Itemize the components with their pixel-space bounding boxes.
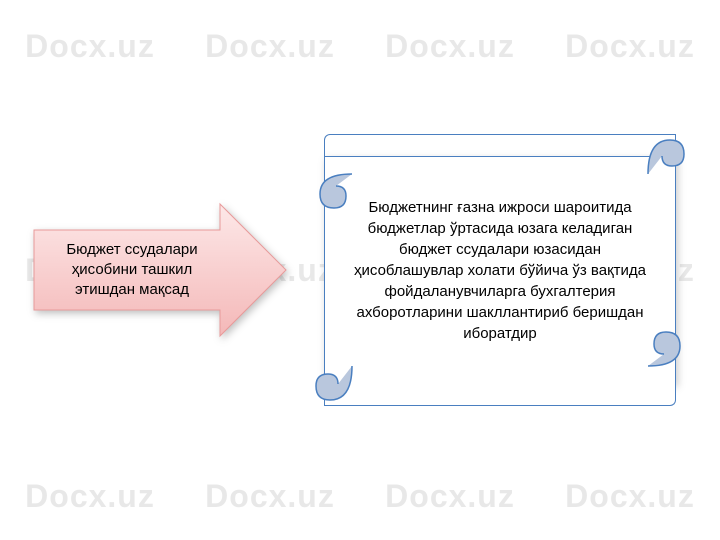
scroll-body: Бюджетнинг ғазна ижроси шароитида бюджет… xyxy=(324,156,676,384)
scroll-curl-icon xyxy=(642,134,686,178)
scroll-curl-icon xyxy=(642,326,686,370)
arrow-label: Бюджет ссудалари ҳисобини ташкил этишдан… xyxy=(30,240,220,301)
diagram-content: Бюджет ссудалари ҳисобини ташкил этишдан… xyxy=(0,0,720,540)
scroll-text: Бюджетнинг ғазна ижроси шароитида бюджет… xyxy=(347,197,653,344)
scroll-curl-icon xyxy=(314,362,358,406)
arrow-callout: Бюджет ссудалари ҳисобини ташкил этишдан… xyxy=(30,200,290,340)
scroll-callout: Бюджетнинг ғазна ижроси шароитида бюджет… xyxy=(300,120,680,420)
scroll-curl-icon xyxy=(314,170,358,214)
scroll-bottom-strip xyxy=(324,368,676,406)
